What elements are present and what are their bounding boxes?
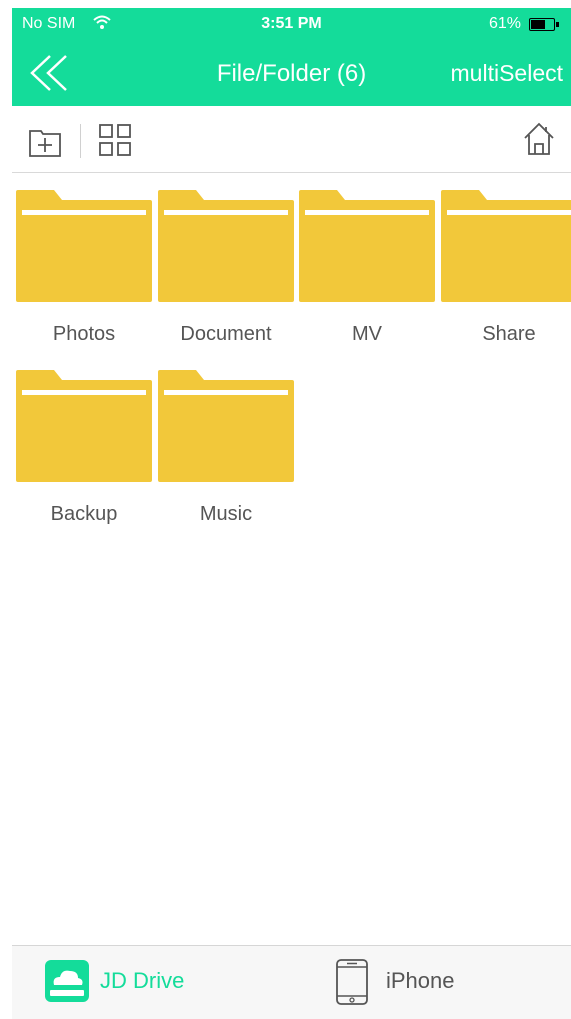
phone-icon [336, 959, 368, 1005]
folder-item[interactable]: Photos [16, 190, 152, 354]
folder-name: Photos [52, 323, 116, 345]
folder-name: Document [180, 323, 272, 345]
status-bar: No SIM 3:51 PM 61% [12, 8, 571, 40]
app-screen: No SIM 3:51 PM 61% File/Folder (6) multi… [12, 8, 571, 1019]
folder-name: Music [199, 503, 253, 525]
folder-name: MV [352, 323, 382, 345]
grid-view-icon[interactable] [98, 123, 132, 157]
header: No SIM 3:51 PM 61% File/Folder (6) multi… [12, 8, 571, 106]
home-icon[interactable] [522, 121, 556, 157]
folder-item[interactable]: Share [441, 190, 571, 354]
folder-icon [158, 370, 294, 482]
multiselect-button[interactable]: multiSelect [451, 60, 563, 87]
toolbar-divider [80, 124, 81, 158]
battery-icon [529, 18, 559, 31]
tab-label: JD Drive [100, 968, 185, 993]
tab-bar: JD Drive iPhone [12, 945, 571, 1019]
folder-icon [16, 190, 152, 302]
folder-item[interactable]: Music [158, 370, 294, 534]
cloud-drive-icon [45, 960, 89, 1002]
folder-icon [16, 370, 152, 482]
toolbar [12, 106, 571, 173]
folder-name: Backup [50, 503, 118, 525]
folder-name: Share [482, 323, 536, 345]
new-folder-icon[interactable] [28, 124, 62, 158]
folder-icon [441, 190, 571, 302]
folder-icon [299, 190, 435, 302]
tab-jd-drive[interactable]: JD Drive [42, 946, 242, 1019]
folder-icon [158, 190, 294, 302]
folder-item[interactable]: Document [158, 190, 294, 354]
battery-percent: 61% [488, 15, 521, 32]
status-time: 3:51 PM [261, 15, 322, 32]
tab-label: iPhone [386, 968, 455, 993]
folder-item[interactable]: Backup [16, 370, 152, 534]
tab-iphone[interactable]: iPhone [332, 946, 532, 1019]
folder-item[interactable]: MV [299, 190, 435, 354]
nav-bar: File/Folder (6) multiSelect [12, 40, 571, 106]
